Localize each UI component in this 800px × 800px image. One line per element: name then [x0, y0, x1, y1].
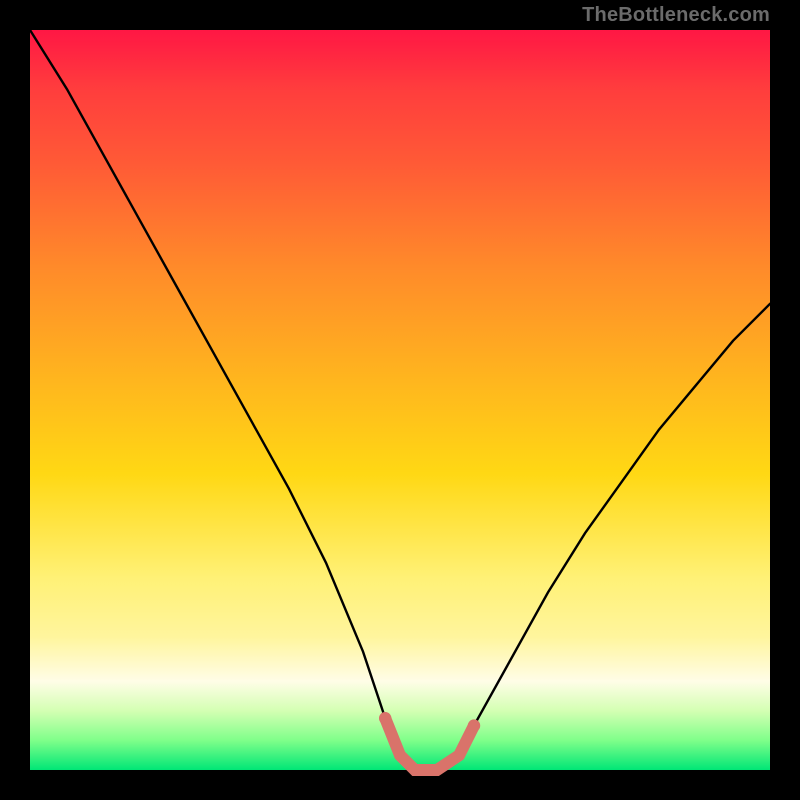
optimal-band-endcap-right: [468, 719, 480, 731]
bottleneck-curve-line: [30, 30, 770, 770]
watermark-text: TheBottleneck.com: [582, 4, 770, 27]
chart-svg: [30, 30, 770, 770]
optimal-band-endcap-left: [379, 712, 391, 724]
optimal-band-line: [385, 718, 474, 770]
chart-frame: TheBottleneck.com: [0, 0, 800, 800]
plot-area: [30, 30, 770, 770]
